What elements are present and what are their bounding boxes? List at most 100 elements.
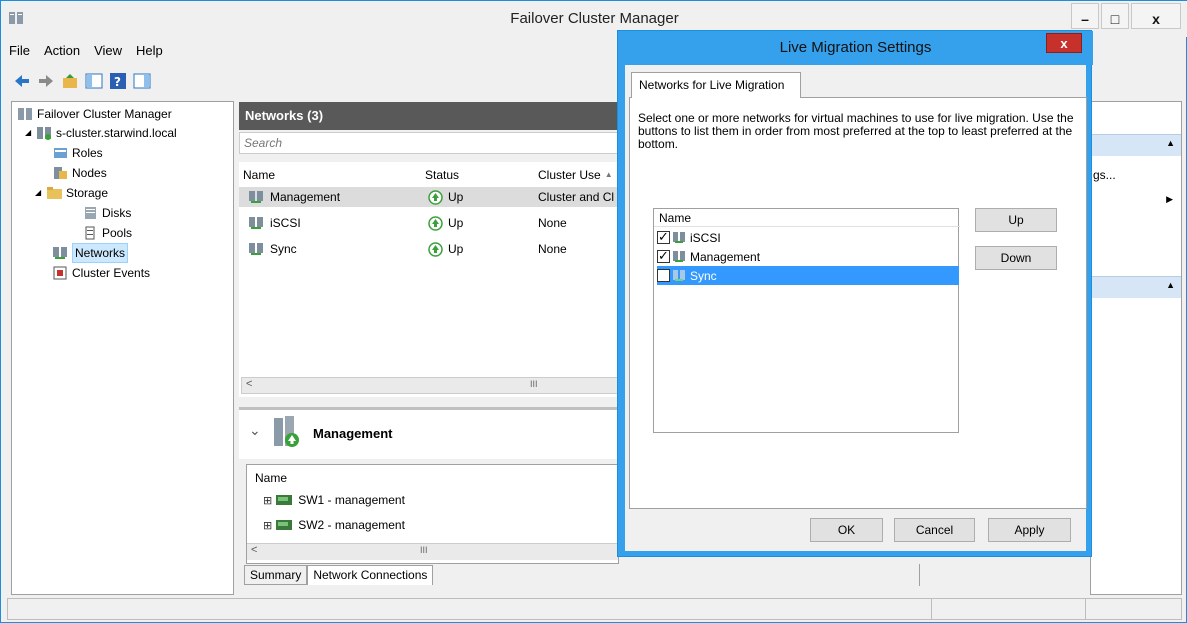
dialog-close-button[interactable]: x (1046, 33, 1082, 53)
cluster-use-cell: None (538, 216, 567, 230)
network-icon (673, 269, 687, 282)
menu-file[interactable]: File (9, 43, 30, 63)
menu-help[interactable]: Help (136, 43, 163, 63)
navigation-tree: Failover Cluster Manager ◢ s-cluster.sta… (11, 101, 234, 595)
tree-item-cluster[interactable]: ◢ s-cluster.starwind.local (25, 124, 177, 142)
tree-item-networks[interactable]: Networks (53, 243, 129, 263)
network-icon (249, 216, 265, 230)
tree-label: Storage (66, 186, 109, 200)
tab-networks-for-live-migration[interactable]: Networks for Live Migration (631, 72, 801, 98)
checkbox-management[interactable] (657, 248, 670, 264)
network-name-cell[interactable]: iSCSI (249, 213, 301, 233)
network-icon (249, 190, 265, 204)
list-item[interactable]: ⊞ SW1 - management (263, 493, 405, 507)
checkbox-iscsi[interactable] (657, 229, 670, 245)
menu-action[interactable]: Action (44, 43, 80, 63)
scroll-left-icon[interactable]: < (251, 544, 257, 556)
horizontal-scrollbar[interactable]: < III (247, 543, 618, 560)
column-header-name[interactable]: Name (243, 165, 275, 185)
column-header-cluster-use[interactable]: Cluster Use ▲ (538, 165, 613, 185)
menu-view[interactable]: View (94, 43, 122, 63)
help-icon[interactable]: ? (109, 72, 127, 90)
up-button[interactable]: Up (975, 208, 1057, 232)
tree-item-cluster-events[interactable]: Cluster Events (53, 264, 150, 282)
expand-icon[interactable]: ⊞ (263, 519, 272, 532)
list-item[interactable]: Management (657, 247, 959, 266)
collapse-icon[interactable]: ⌄ (249, 422, 261, 439)
sort-ascending-icon: ▲ (604, 170, 613, 179)
cell-text: Up (448, 216, 464, 230)
network-icon (673, 250, 687, 263)
search-input[interactable]: Search (239, 132, 619, 154)
status-cell: Up (428, 187, 463, 207)
column-header-status[interactable]: Status (425, 165, 459, 185)
tree-item-roles[interactable]: Roles (53, 144, 103, 162)
column-header-name[interactable]: Name (654, 209, 960, 227)
tab-summary[interactable]: Summary (244, 565, 308, 585)
tree-label: Roles (72, 146, 103, 160)
toolbar: ? (13, 71, 151, 91)
close-button[interactable]: x (1131, 3, 1181, 29)
folder-up-icon[interactable] (61, 72, 79, 90)
detail-header: ⌄ Management (239, 407, 619, 459)
minimize-button[interactable]: – (1071, 3, 1099, 29)
scroll-thumb-grip-icon[interactable]: III (420, 545, 428, 555)
cell-text: Sync (270, 242, 297, 256)
storage-folder-icon (47, 186, 62, 200)
tab-network-connections[interactable]: Network Connections (307, 565, 434, 585)
action-item[interactable]: gs... (1093, 168, 1116, 182)
status-divider (931, 599, 932, 619)
tree-label: Disks (102, 206, 132, 220)
submenu-arrow-icon[interactable]: ▶ (1166, 194, 1173, 205)
actions-section-header[interactable]: ▲ (1091, 276, 1181, 298)
show-hide-action-icon[interactable] (133, 72, 151, 90)
expand-icon[interactable]: ◢ (35, 184, 43, 202)
tree-item-disks[interactable]: Disks (83, 204, 131, 222)
cell-text: Up (448, 190, 464, 204)
scroll-thumb-grip-icon[interactable]: III (530, 379, 538, 389)
pane-divider (919, 564, 929, 586)
maximize-button[interactable]: □ (1101, 3, 1129, 29)
tab-page: Select one or more networks for virtual … (629, 97, 1087, 509)
down-button[interactable]: Down (975, 246, 1057, 270)
tree-item-failover-cluster-manager[interactable]: Failover Cluster Manager (18, 105, 172, 123)
dialog-description: Select one or more networks for virtual … (638, 111, 1074, 151)
horizontal-scrollbar[interactable]: < III (241, 377, 619, 394)
menu-bar: File Action View Help (9, 43, 163, 63)
network-icon (249, 242, 265, 256)
ok-button[interactable]: OK (810, 518, 883, 542)
roles-icon (53, 146, 68, 160)
actions-section-header[interactable]: ▲ (1091, 134, 1181, 156)
collapse-icon[interactable]: ▲ (1166, 280, 1175, 290)
list-item[interactable]: ⊞ SW2 - management (263, 518, 405, 532)
back-arrow-icon[interactable] (13, 72, 31, 90)
nic-icon (276, 519, 294, 531)
tree-label: Cluster Events (72, 266, 151, 280)
svg-text:?: ? (114, 75, 121, 89)
status-divider (1085, 599, 1086, 619)
detail-title: Management (313, 426, 393, 441)
expand-icon[interactable]: ◢ (25, 124, 33, 142)
list-item[interactable]: Sync (657, 266, 959, 285)
checkbox-sync[interactable] (657, 269, 670, 282)
show-hide-tree-icon[interactable] (85, 72, 103, 90)
networks-grid: Name Status Cluster Use ▲ Management Up … (239, 162, 619, 397)
tree-item-nodes[interactable]: Nodes (53, 164, 107, 182)
cancel-button[interactable]: Cancel (894, 518, 975, 542)
network-name-cell[interactable]: Sync (249, 239, 297, 259)
expand-icon[interactable]: ⊞ (263, 494, 272, 507)
status-cell: Up (428, 213, 463, 233)
tree-item-storage[interactable]: ◢ Storage (35, 184, 108, 202)
cluster-manager-icon (18, 107, 33, 121)
network-large-icon (274, 416, 304, 450)
list-item[interactable]: iSCSI (657, 228, 959, 247)
status-up-icon (428, 241, 443, 257)
live-migration-settings-dialog: Live Migration Settings x Select one or … (617, 30, 1093, 557)
forward-arrow-icon[interactable] (37, 72, 55, 90)
tree-item-pools[interactable]: Pools (83, 224, 132, 242)
column-header-name[interactable]: Name (255, 471, 287, 485)
apply-button[interactable]: Apply (988, 518, 1071, 542)
tree-label: Networks (72, 243, 129, 263)
scroll-left-icon[interactable]: < (246, 378, 252, 390)
collapse-icon[interactable]: ▲ (1166, 138, 1175, 148)
